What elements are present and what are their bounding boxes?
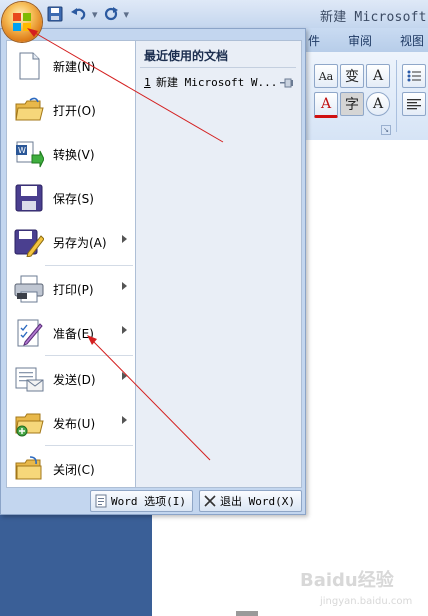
submenu-arrow-icon [122, 235, 127, 243]
bullets-icon [407, 70, 421, 82]
bullets-button[interactable] [402, 64, 426, 88]
enclose-characters-button[interactable]: A [366, 92, 390, 116]
phonetic-guide-button[interactable]: 变 [340, 64, 364, 88]
menu-item-publish[interactable]: 发布(U) [7, 401, 135, 445]
office-menu: 新建(N) 打开(O) W 转换(V) 保存(S) 另存为(A) 打印(P) 准… [0, 28, 306, 515]
prepare-icon [13, 317, 45, 349]
menu-item-send[interactable]: 发送(D) [7, 357, 135, 401]
scrollbar-thumb[interactable] [236, 611, 258, 616]
menu-item-label: 发送(D) [53, 372, 96, 387]
ribbon-group-separator [396, 60, 397, 132]
options-icon [95, 494, 107, 508]
word-options-label: Word 选项(I) [111, 495, 186, 508]
menu-commands: 新建(N) 打开(O) W 转换(V) 保存(S) 另存为(A) 打印(P) 准… [6, 40, 136, 488]
character-shading-button[interactable]: 字 [340, 92, 364, 116]
menu-item-label: 新建(N) [53, 59, 96, 74]
exit-word-button[interactable]: 退出 Word(X) [199, 490, 302, 512]
printer-icon [13, 273, 45, 305]
close-folder-icon [13, 453, 45, 485]
undo-button[interactable] [68, 4, 90, 24]
watermark: Baidu经验 [300, 570, 394, 591]
redo-button[interactable] [100, 4, 122, 24]
ribbon: Aa 变 A A 字 A ↘ [300, 52, 428, 141]
save-as-icon [13, 226, 45, 258]
menu-item-label: 打开(O) [53, 103, 96, 118]
save-icon [47, 6, 63, 22]
undo-icon [71, 8, 86, 20]
submenu-arrow-icon [122, 282, 127, 290]
menu-separator [45, 445, 133, 446]
submenu-arrow-icon [122, 416, 127, 424]
menu-item-label: 发布(U) [53, 416, 96, 431]
font-color-button[interactable]: A [314, 92, 338, 118]
recent-document-name: 新建 Microsoft W... [156, 76, 278, 89]
window-title: 新建 Microsoft W [320, 10, 428, 25]
menu-item-convert[interactable]: W 转换(V) [7, 132, 135, 176]
submenu-arrow-icon [122, 326, 127, 334]
tab-review[interactable]: 审阅 [348, 32, 372, 49]
character-border-button[interactable]: A [366, 64, 390, 88]
menu-item-label: 准备(E) [53, 326, 94, 341]
align-left-button[interactable] [402, 92, 426, 116]
recent-document-item[interactable]: 1 新建 Microsoft W... [144, 74, 296, 90]
menu-item-label: 打印(P) [53, 282, 94, 297]
menu-item-label: 转换(V) [53, 147, 95, 162]
recent-document-number: 1 [144, 75, 151, 89]
open-folder-icon [13, 94, 45, 126]
tab-partial[interactable]: 件 [308, 32, 320, 49]
save-button[interactable] [44, 4, 66, 24]
redo-icon [104, 7, 118, 21]
quick-access-toolbar: ▾ ▾ [44, 3, 129, 25]
align-left-icon [407, 99, 421, 110]
save-icon [13, 182, 45, 214]
recent-documents-heading: 最近使用的文档 [144, 49, 229, 63]
workspace-background [0, 510, 152, 616]
word-options-button[interactable]: Word 选项(I) [90, 490, 193, 512]
convert-icon: W [13, 138, 45, 170]
menu-item-prepare[interactable]: 准备(E) [7, 311, 135, 355]
heading-divider [140, 67, 296, 68]
menu-item-open[interactable]: 打开(O) [7, 88, 135, 132]
menu-item-new[interactable]: 新建(N) [7, 44, 135, 88]
menu-item-close[interactable]: 关闭(C) [7, 447, 135, 491]
ribbon-tabs: 件 审阅 视图 [300, 28, 428, 52]
submenu-arrow-icon [122, 372, 127, 380]
menu-item-save[interactable]: 保存(S) [7, 176, 135, 220]
title-bar: ▾ ▾ 新建 Microsoft W [0, 0, 428, 28]
exit-word-label: 退出 Word(X) [220, 495, 295, 508]
new-document-icon [13, 50, 45, 82]
recent-documents-panel: 最近使用的文档 1 新建 Microsoft W... [136, 40, 302, 488]
menu-item-label: 关闭(C) [53, 462, 95, 477]
svg-text:W: W [18, 146, 26, 155]
publish-icon [13, 407, 45, 439]
office-button[interactable] [2, 2, 42, 42]
menu-footer: Word 选项(I) 退出 Word(X) [6, 490, 302, 514]
menu-separator [45, 355, 133, 356]
pin-icon[interactable] [280, 77, 294, 91]
watermark-url: jingyan.baidu.com [320, 596, 413, 607]
send-icon [13, 363, 45, 395]
menu-item-save-as[interactable]: 另存为(A) [7, 220, 135, 264]
undo-dropdown-icon[interactable]: ▾ [92, 8, 98, 21]
office-logo-icon [13, 13, 31, 31]
menu-item-label: 另存为(A) [53, 235, 107, 250]
tab-view[interactable]: 视图 [400, 32, 424, 49]
menu-separator [45, 265, 133, 266]
menu-item-label: 保存(S) [53, 191, 94, 206]
menu-item-print[interactable]: 打印(P) [7, 267, 135, 311]
font-dialog-launcher-icon[interactable]: ↘ [381, 125, 391, 135]
customize-dropdown-icon[interactable]: ▾ [124, 8, 130, 21]
close-icon [204, 495, 216, 507]
change-case-button[interactable]: Aa [314, 64, 338, 88]
